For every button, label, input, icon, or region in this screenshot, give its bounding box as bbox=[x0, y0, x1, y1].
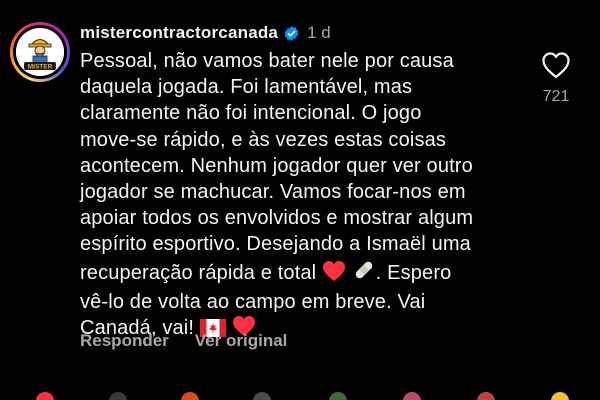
comment-line: claramente não foi intencional. O jogo bbox=[80, 102, 422, 125]
comment-line: Pessoal, não vamos bater nele por causa bbox=[80, 50, 454, 72]
comment-line-text: . Espero bbox=[375, 261, 452, 284]
comment-line: jogador se machucar. Vamos focar-nos em bbox=[80, 181, 466, 204]
comment-line: espírito esportivo. Desejando a Ismaël u… bbox=[80, 233, 471, 256]
see-original-button[interactable]: Ver original bbox=[195, 331, 288, 351]
comment-line: acontecem. Nenhum jogador quer ver outro bbox=[80, 154, 473, 177]
like-button[interactable] bbox=[541, 51, 571, 79]
comment-actions: Responder Ver original bbox=[80, 331, 313, 351]
mister-logo-icon: MISTER bbox=[16, 28, 64, 76]
avatar-border: MISTER bbox=[13, 25, 67, 79]
comment-line: vê-lo de volta ao campo em breve. Vai bbox=[80, 290, 426, 313]
avatar-image: MISTER bbox=[16, 28, 64, 76]
comment-line: daquela jogada. Foi lamentável, mas bbox=[80, 76, 413, 99]
comment-screen: MISTER mistercontractorcanada 1 d Pessoa… bbox=[0, 0, 600, 400]
verified-badge-icon bbox=[283, 25, 300, 42]
comment-line: recuperação rápida e total . Espero bbox=[80, 258, 540, 289]
comment-line: apoiar todos os envolvidos e mostrar alg… bbox=[80, 207, 474, 230]
comment-header: mistercontractorcanada 1 d bbox=[80, 22, 331, 44]
comment-line-text: recuperação rápida e total bbox=[80, 261, 317, 284]
comment-text: Pessoal, não vamos bater nele por causa … bbox=[80, 48, 540, 344]
emoji-reaction-bar bbox=[0, 388, 600, 400]
comment-timestamp: 1 d bbox=[307, 23, 331, 42]
svg-text:MISTER: MISTER bbox=[28, 64, 53, 71]
reply-button[interactable]: Responder bbox=[80, 331, 169, 351]
heart-icon bbox=[542, 52, 570, 79]
like-count: 721 bbox=[542, 88, 570, 105]
avatar[interactable]: MISTER bbox=[10, 22, 70, 82]
comment-line: move-se rápido, e às vezes estas coisas bbox=[80, 128, 447, 151]
username-link[interactable]: mistercontractorcanada bbox=[80, 23, 278, 43]
red-heart-emoji bbox=[322, 260, 346, 289]
adhesive-bandage-emoji bbox=[352, 258, 376, 289]
